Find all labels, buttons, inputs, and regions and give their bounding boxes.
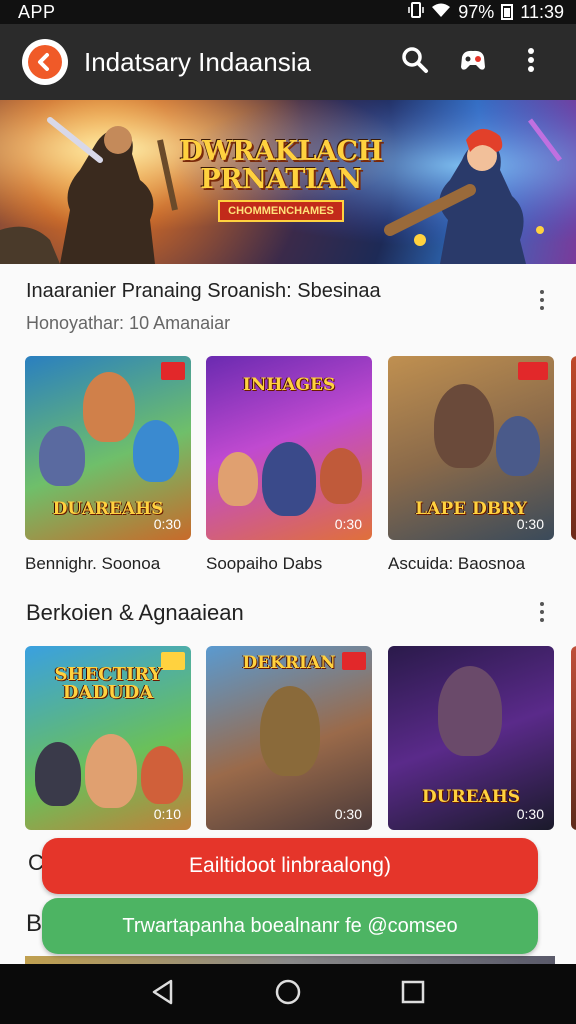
battery-percent: 97%: [458, 1, 495, 22]
carrier-label: APP: [18, 1, 56, 22]
video-duration: 0:10: [153, 806, 181, 822]
more-options-button[interactable]: [504, 35, 558, 89]
search-button[interactable]: [388, 35, 442, 89]
video-duration: 0:30: [334, 516, 362, 532]
video-card-peek[interactable]: [571, 646, 576, 830]
video-duration: 0:30: [516, 516, 544, 532]
video-title: Bennighr. Soonoa: [25, 554, 161, 573]
system-nav-bar: [0, 964, 576, 1024]
home-icon: [274, 978, 302, 1011]
video-card-peek[interactable]: [571, 356, 576, 540]
gamepad-icon: [458, 47, 488, 78]
next-row-peek: [25, 956, 555, 964]
clock: 11:39: [520, 1, 564, 22]
video-card[interactable]: INHAGES 0:30 Soopaiho Dabs: [206, 356, 372, 574]
video-title: Soopaiho Dabs: [206, 554, 323, 573]
section-title-peek: B: [26, 910, 43, 937]
section-header: Inaaranier Pranaing Sroanish: Sbesinaa H…: [26, 280, 556, 334]
hero-logo: DWRAKLACH PRNATIAN CHOMMENCHAMES: [179, 124, 383, 236]
hero-title: DWRAKLACH PRNATIAN: [179, 136, 383, 195]
video-thumbnail: SHECTIRY DADUDA 0:10: [25, 646, 191, 830]
section-title: Berkoien & Agnaaiean: [26, 600, 244, 625]
section-more-button[interactable]: [528, 594, 556, 630]
section-subtitle: Honoyathar: 10 Amanaiar: [26, 313, 231, 333]
app-toolbar: Indatsary Indaansia: [0, 24, 576, 100]
thumbnail-logo: DEKRIAN: [242, 653, 336, 673]
video-duration: 0:30: [153, 516, 181, 532]
recents-button[interactable]: [388, 969, 438, 1019]
thumbnail-logo: INHAGES: [242, 375, 336, 395]
home-button[interactable]: [263, 969, 313, 1019]
video-duration: 0:30: [334, 806, 362, 822]
video-thumbnail: DEKRIAN 0:30: [206, 646, 372, 830]
video-row: DUAREAHS 0:30 Bennighr. Soonoa INHAGES 0…: [25, 356, 576, 596]
hero-banner[interactable]: DWRAKLACH PRNATIAN CHOMMENCHAMES: [0, 100, 576, 264]
more-vert-icon: [527, 47, 535, 78]
badge-icon: [518, 362, 548, 380]
video-card[interactable]: DEKRIAN 0:30: [206, 646, 372, 830]
video-title: Ascuida: Baosnoa: [388, 554, 526, 573]
primary-action-button[interactable]: Eailtidoot linbraalong): [42, 838, 538, 894]
back-icon: [151, 979, 175, 1010]
back-button[interactable]: [138, 969, 188, 1019]
wifi-icon: [431, 2, 451, 23]
search-icon: [401, 46, 429, 79]
thumbnail-logo: SHECTIRY DADUDA: [54, 664, 162, 703]
secondary-action-button[interactable]: Trwartapanha boealnanr fe @comseo: [42, 898, 538, 954]
recents-icon: [401, 980, 425, 1009]
video-card[interactable]: DUAREAHS 0:30 Bennighr. Soonoa: [25, 356, 191, 574]
video-card[interactable]: SHECTIRY DADUDA 0:10: [25, 646, 191, 830]
section-more-button[interactable]: [528, 282, 556, 318]
video-duration: 0:30: [516, 806, 544, 822]
battery-icon: [501, 4, 514, 20]
section-header: Berkoien & Agnaaiean: [26, 600, 556, 626]
badge-icon: [161, 362, 185, 380]
games-button[interactable]: [446, 35, 500, 89]
vibrate-icon: [408, 1, 424, 23]
video-thumbnail: INHAGES 0:30: [206, 356, 372, 540]
video-card[interactable]: LAPE DBRY 0:30 Ascuida: Baosnoa: [388, 356, 554, 574]
section-title: Inaaranier Pranaing Sroanish: Sbesinaa: [26, 280, 381, 302]
video-thumbnail: DUREAHS 0:30: [388, 646, 554, 830]
app-title: Indatsary Indaansia: [84, 46, 311, 77]
video-card[interactable]: DUREAHS 0:30: [388, 646, 554, 830]
video-thumbnail: DUAREAHS 0:30: [25, 356, 191, 540]
video-thumbnail: LAPE DBRY 0:30: [388, 356, 554, 540]
thumbnail-logo: DUREAHS: [421, 787, 521, 807]
app-screen: APP 97% 11:39 Indatsary Indaansia DWRAKL…: [0, 0, 576, 1024]
status-bar: APP 97% 11:39: [0, 0, 576, 24]
hero-subtitle: CHOMMENCHAMES: [218, 200, 344, 222]
app-logo-icon[interactable]: [22, 39, 68, 85]
